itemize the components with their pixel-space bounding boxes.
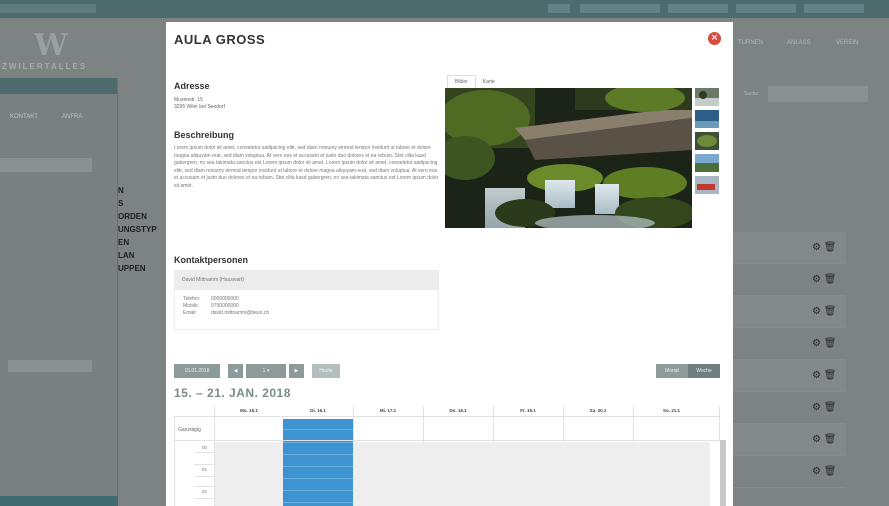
date-picker-button[interactable]: 15.01.2018 [174, 364, 220, 378]
bg-menu-item: UPPEN [118, 264, 146, 273]
contact-row: Telefon: 0000000000 [183, 296, 430, 303]
month-view-button[interactable]: Monat [656, 364, 688, 378]
week-view-button[interactable]: Woche [688, 364, 720, 378]
image-thumbnail[interactable] [695, 154, 719, 172]
contact-value[interactable]: david.mittnamm@beun.ch [211, 310, 269, 316]
close-icon[interactable]: × [708, 32, 721, 45]
contact-row: Email: david.mittnamm@beun.ch [183, 310, 430, 317]
contact-value: 0790000000 [211, 303, 239, 309]
day-header: So. 21.1 [662, 408, 680, 413]
bg-menu-item: LAN [118, 251, 135, 260]
bg-topbar-block [804, 4, 864, 13]
logo-mark: W [34, 28, 68, 63]
bg-panel-tab: ANFRA [62, 114, 83, 120]
calendar-toolbar: 15.01.2018 ◀ 1 ▾ ▶ Heute Monat Woche [174, 364, 720, 378]
image-thumbnail[interactable] [695, 88, 719, 106]
address-heading: Adresse [174, 81, 210, 91]
calendar-range-title: 15. – 21. JAN. 2018 [174, 386, 291, 400]
bg-table-row: ⚙ 🗑 [720, 456, 846, 488]
bg-nav-item: VEREIN [836, 40, 859, 46]
bg-table-row: ⚙ 🗑 [720, 264, 846, 296]
next-week-button[interactable]: ▶ [289, 364, 304, 378]
today-column [283, 419, 353, 506]
waterfall-photo[interactable] [445, 88, 692, 228]
day-header: Sa. 20.1 [589, 408, 607, 413]
bg-search-label: Suche: [744, 91, 760, 97]
bg-menu-item: ORDEN [118, 212, 147, 221]
gear-trash-icon: ⚙ 🗑 [812, 466, 837, 477]
gear-trash-icon: ⚙ 🗑 [812, 338, 837, 349]
address-line: 3295 Wiler bei Seedorf [174, 103, 225, 110]
contact-details: Telefon: 0000000000 Mobile: 0790000000 Ema… [174, 290, 439, 330]
gear-trash-icon: ⚙ 🗑 [812, 402, 837, 413]
image-thumbnail[interactable] [695, 132, 719, 150]
allday-label: Ganztägig [178, 427, 201, 433]
day-header: Mi. 17.1 [379, 408, 397, 413]
bg-panel-header [0, 78, 117, 94]
bg-topbar-block [580, 4, 660, 13]
day-header: Di. 16.1 [310, 408, 326, 413]
bg-panel-pager [8, 360, 92, 372]
bg-menu-item: EN [118, 238, 130, 247]
hour-label: 01 [202, 467, 208, 472]
gear-trash-icon: ⚙ 🗑 [812, 306, 837, 317]
contacts-heading: Kontaktpersonen [174, 255, 249, 265]
hour-label: 02 [202, 489, 208, 494]
bg-left-panel: KONTAKT ANFRA [0, 78, 118, 506]
contact-row: Mobile: 0790000000 [183, 303, 430, 310]
calendar-scrollbar[interactable] [720, 440, 726, 506]
day-header: Do. 18.1 [449, 408, 467, 413]
bg-table-row: ⚙ 🗑 [720, 296, 846, 328]
gear-trash-icon: ⚙ 🗑 [812, 242, 837, 253]
bg-table: ⚙ 🗑 ⚙ 🗑 ⚙ 🗑 ⚙ 🗑 ⚙ 🗑 ⚙ 🗑 ⚙ 🗑 ⚙ 🗑 [720, 232, 846, 488]
gear-trash-icon: ⚙ 🗑 [812, 274, 837, 285]
contact-key: Mobile: [183, 303, 200, 309]
bg-topbar-block [736, 4, 796, 13]
room-detail-modal: AULA GROSS × Adresse Musterstr. 15 3295 … [166, 22, 733, 506]
bg-panel-footer [0, 496, 118, 506]
image-thumbnail[interactable] [695, 176, 719, 194]
contact-key: Email: [183, 310, 197, 316]
image-tabs: Bilder Karte [447, 70, 502, 89]
bg-topbar-block [548, 4, 570, 13]
address-block: Musterstr. 15 3295 Wiler bei Seedorf [174, 97, 225, 110]
today-button[interactable]: Heute [312, 364, 340, 378]
logo-text: ZWILERTALLES [2, 62, 88, 71]
background-logo: W ZWILERTALLES [0, 22, 118, 78]
contact-name[interactable]: David Mittnamm (Hauswart) [174, 270, 439, 290]
bg-topbar-block [668, 4, 728, 13]
contact-value: 0000000000 [211, 296, 239, 302]
bg-panel-tab: KONTAKT [10, 114, 38, 120]
bg-menu-item: UNGSTYP [118, 225, 157, 234]
bg-search-field [768, 86, 868, 102]
bg-menu-item: N [118, 186, 124, 195]
bg-nav-item: ANLASS [787, 40, 811, 46]
bg-left-menu: N S ORDEN UNGSTYP EN LAN UPPEN [118, 186, 166, 277]
gear-trash-icon: ⚙ 🗑 [812, 434, 837, 445]
description-text: Lorem ipsum dolor sit amet, consetetur s… [174, 145, 439, 189]
bg-table-row: ⚙ 🗑 [720, 360, 846, 392]
tab-karte[interactable]: Karte [476, 76, 502, 88]
bg-table-row: ⚙ 🗑 [720, 392, 846, 424]
day-header: Mo. 15.1 [240, 408, 258, 413]
bg-table-row: ⚙ 🗑 [720, 424, 846, 456]
bg-menu-item: S [118, 199, 124, 208]
background-topbar [0, 0, 889, 18]
bg-topbar-block [0, 4, 96, 13]
gear-trash-icon: ⚙ 🗑 [812, 370, 837, 381]
day-header: Fr. 19.1 [520, 408, 536, 413]
tab-bilder[interactable]: Bilder [447, 75, 476, 89]
week-calendar: Mo. 15.1 Di. 16.1 Mi. 17.1 Do. 18.1 Fr. … [174, 406, 726, 506]
contact-key: Telefon: [183, 296, 201, 302]
description-heading: Beschreibung [174, 130, 235, 140]
image-thumbnail[interactable] [695, 110, 719, 128]
prev-week-button[interactable]: ◀ [228, 364, 243, 378]
modal-title: AULA GROSS [174, 32, 266, 47]
bg-panel-input [0, 158, 92, 172]
bg-table-row: ⚙ 🗑 [720, 232, 846, 264]
week-selector[interactable]: 1 ▾ [246, 364, 286, 378]
hour-label: 00 [202, 445, 208, 450]
bg-nav-item: TURNEN [738, 40, 763, 46]
bg-table-row: ⚙ 🗑 [720, 328, 846, 360]
